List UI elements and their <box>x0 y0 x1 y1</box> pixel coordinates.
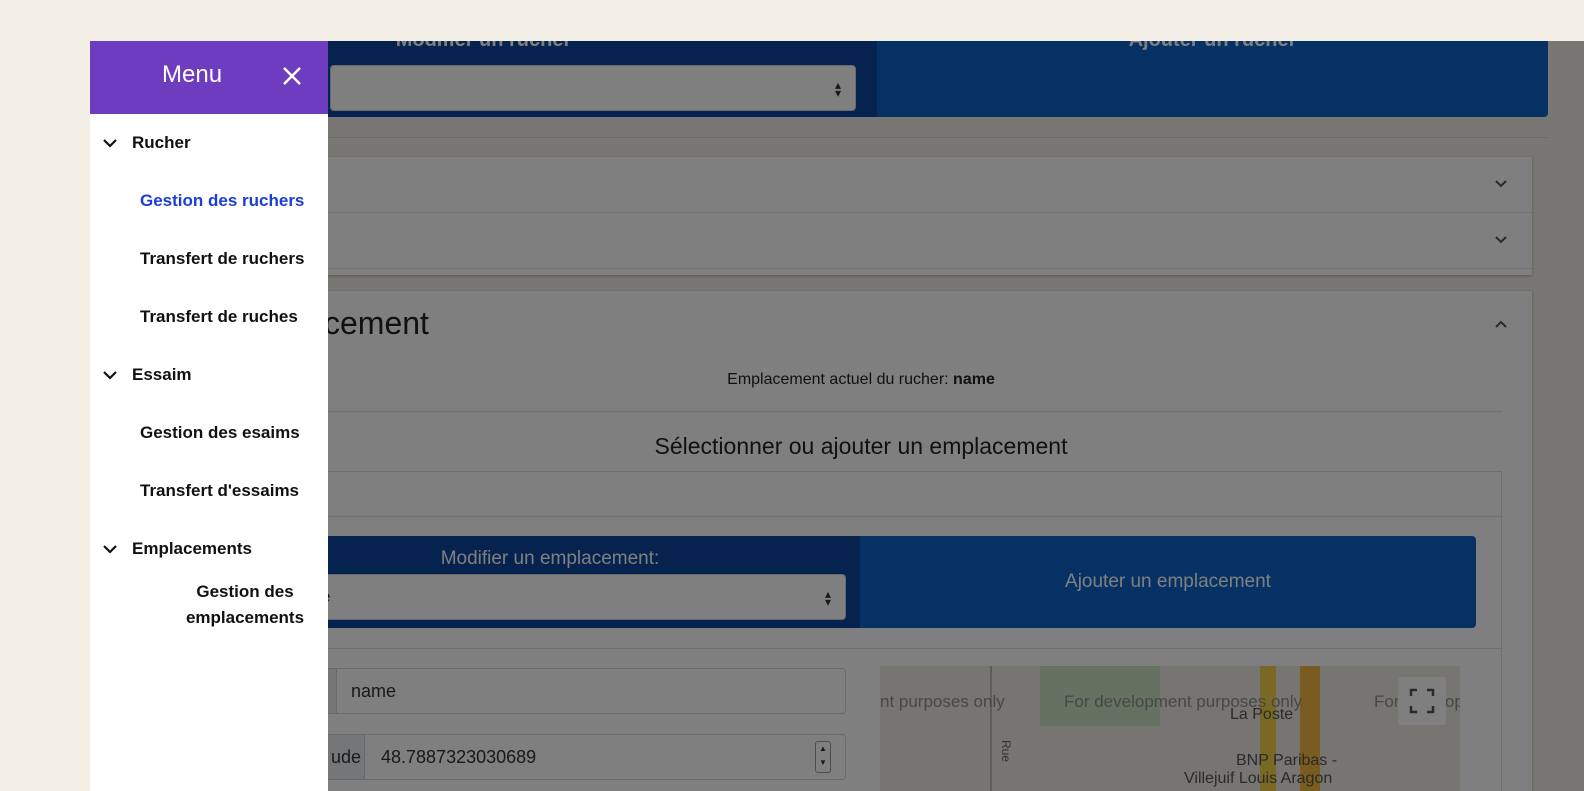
menu-header: Menu <box>90 41 328 114</box>
menu-item-transfert-ruchers[interactable]: Transfert de ruchers <box>140 249 304 269</box>
chevron-down-icon <box>103 545 117 554</box>
menu-group-label: Rucher <box>132 133 191 152</box>
menu-title: Menu <box>162 61 223 88</box>
chevron-down-icon <box>103 139 117 148</box>
menu-item-gestion-essaims[interactable]: Gestion des esaims <box>140 423 300 443</box>
menu-item-gestion-emplacements[interactable]: Gestion des emplacements <box>170 579 320 631</box>
close-icon[interactable] <box>279 63 305 89</box>
menu-group-rucher[interactable]: Rucher <box>102 133 191 153</box>
chevron-down-icon <box>103 371 117 380</box>
side-menu: Menu Rucher Gestion des ruchers Transfer… <box>90 41 328 791</box>
menu-item-line: Gestion des <box>196 582 294 601</box>
menu-group-emplacements[interactable]: Emplacements <box>102 539 252 559</box>
menu-item-transfert-essaims[interactable]: Transfert d'essaims <box>140 481 299 501</box>
menu-group-essaim[interactable]: Essaim <box>102 365 192 385</box>
menu-item-line: emplacements <box>185 608 305 627</box>
menu-item-transfert-ruches[interactable]: Transfert de ruches <box>140 307 298 327</box>
menu-group-label: Emplacements <box>132 539 252 558</box>
menu-group-label: Essaim <box>132 365 192 384</box>
menu-item-gestion-ruchers[interactable]: Gestion des ruchers <box>140 191 304 211</box>
